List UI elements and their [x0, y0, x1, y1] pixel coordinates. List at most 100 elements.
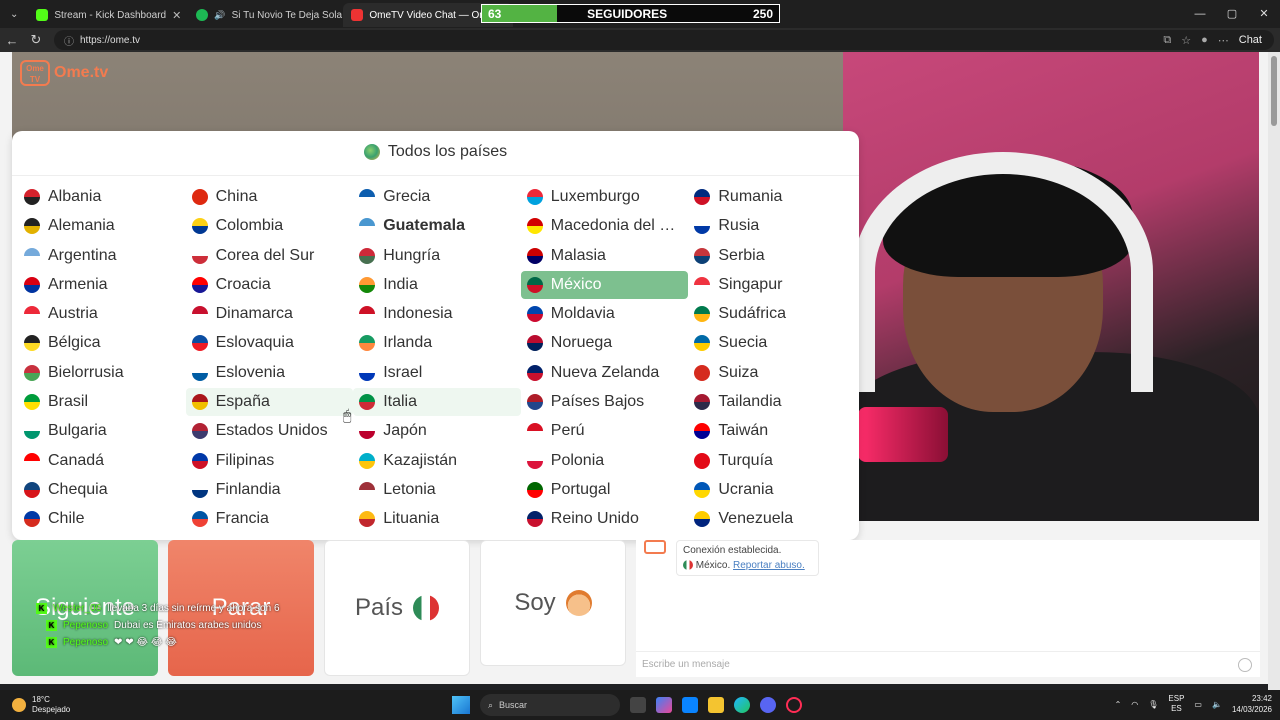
- country-option[interactable]: Colombia: [186, 212, 354, 240]
- modal-title[interactable]: Todos los países: [12, 143, 859, 161]
- extensions-icon[interactable]: ⧉: [1163, 34, 1171, 47]
- country-option[interactable]: Hungría: [353, 242, 521, 270]
- country-option[interactable]: Canadá: [18, 447, 186, 475]
- country-option[interactable]: Armenia: [18, 271, 186, 299]
- country-option[interactable]: Alemania: [18, 212, 186, 240]
- close-window-icon[interactable]: ✕: [1248, 0, 1280, 28]
- country-option[interactable]: Nueva Zelanda: [521, 359, 689, 387]
- country-option[interactable]: Suecia: [688, 329, 856, 357]
- country-option[interactable]: Taiwán: [688, 417, 856, 445]
- file-explorer-icon[interactable]: [708, 697, 724, 713]
- country-option[interactable]: Dinamarca: [186, 300, 354, 328]
- close-icon[interactable]: ✕: [172, 9, 181, 22]
- gender-button[interactable]: Soy: [480, 540, 626, 666]
- country-option[interactable]: Irlanda: [353, 329, 521, 357]
- country-option[interactable]: Países Bajos: [521, 388, 689, 416]
- country-option[interactable]: Sudáfrica: [688, 300, 856, 328]
- report-abuse-link[interactable]: Reportar abuso.: [733, 560, 805, 571]
- store-icon[interactable]: [682, 697, 698, 713]
- emoji-icon[interactable]: [1238, 657, 1252, 672]
- country-option[interactable]: Austria: [18, 300, 186, 328]
- country-option[interactable]: Croacia: [186, 271, 354, 299]
- country-option[interactable]: Suiza: [688, 359, 856, 387]
- url-field[interactable]: ⓘ https://ome.tv ⧉ ☆ ● ⋯ Chat: [54, 30, 1274, 50]
- country-option[interactable]: Grecia: [353, 183, 521, 211]
- edge-icon[interactable]: [734, 697, 750, 713]
- weather-widget[interactable]: 18°C Despejado: [12, 695, 70, 715]
- tab-kick-dashboard[interactable]: Stream - Kick Dashboard ✕: [28, 3, 188, 27]
- back-icon[interactable]: ←: [0, 33, 24, 48]
- country-option[interactable]: Macedonia del …: [521, 212, 689, 240]
- taskbar-search[interactable]: ⌕ Buscar: [480, 694, 620, 716]
- country-option[interactable]: Venezuela: [688, 505, 856, 533]
- speaker-icon[interactable]: 🔊: [214, 10, 225, 21]
- scrollbar-thumb[interactable]: [1271, 56, 1277, 126]
- country-option[interactable]: Japón: [353, 417, 521, 445]
- country-option[interactable]: Albania: [18, 183, 186, 211]
- country-option[interactable]: Chequia: [18, 476, 186, 504]
- country-option[interactable]: Kazajistán: [353, 447, 521, 475]
- tray-chevron-icon[interactable]: ⌃: [1115, 700, 1122, 709]
- country-option[interactable]: Bélgica: [18, 329, 186, 357]
- volume-icon[interactable]: 🔈: [1212, 700, 1222, 709]
- message-input[interactable]: Escribe un mensaje: [636, 651, 1260, 677]
- country-option[interactable]: Moldavia: [521, 300, 689, 328]
- country-option[interactable]: Bielorrusia: [18, 359, 186, 387]
- country-option[interactable]: Rusia: [688, 212, 856, 240]
- country-option[interactable]: Italia: [353, 388, 521, 417]
- country-option[interactable]: México: [520, 270, 689, 299]
- more-icon[interactable]: ⋯: [1218, 34, 1229, 47]
- country-option[interactable]: Turquía: [688, 447, 856, 475]
- country-option[interactable]: Chile: [18, 505, 186, 533]
- network-icon[interactable]: ▭: [1194, 700, 1202, 709]
- copilot-icon[interactable]: [656, 697, 672, 713]
- country-option[interactable]: Brasil: [18, 388, 186, 416]
- country-option[interactable]: Israel: [353, 359, 521, 387]
- country-option[interactable]: Bulgaria: [18, 417, 186, 445]
- country-option[interactable]: Guatemala: [353, 212, 521, 240]
- discord-icon[interactable]: [760, 697, 776, 713]
- country-option[interactable]: Letonia: [353, 476, 521, 504]
- tab-actions-icon[interactable]: ⌄: [0, 9, 28, 20]
- clock[interactable]: 23:42 14/03/2026: [1232, 693, 1272, 715]
- country-option[interactable]: Eslovaquia: [186, 329, 354, 357]
- mic-icon[interactable]: 🎙: [1148, 700, 1158, 709]
- opera-gx-icon[interactable]: [786, 697, 802, 713]
- site-info-icon[interactable]: ⓘ: [64, 33, 74, 48]
- country-option[interactable]: Reino Unido: [521, 505, 689, 533]
- country-option[interactable]: Ucrania: [688, 476, 856, 504]
- country-option[interactable]: Tailandia: [688, 388, 856, 416]
- country-option[interactable]: Noruega: [521, 329, 689, 357]
- country-option[interactable]: Perú: [521, 417, 689, 445]
- country-option[interactable]: Finlandia: [186, 476, 354, 504]
- country-option[interactable]: Lituania: [353, 505, 521, 533]
- task-view-icon[interactable]: [630, 697, 646, 713]
- ometv-logo[interactable]: Ome TV Ome.tv: [20, 60, 108, 86]
- country-option[interactable]: Estados Unidos: [186, 417, 354, 445]
- minimize-icon[interactable]: —: [1184, 0, 1216, 28]
- wifi-icon[interactable]: ◠: [1131, 700, 1138, 709]
- country-option[interactable]: España: [185, 388, 354, 417]
- country-option[interactable]: Singapur: [688, 271, 856, 299]
- country-option[interactable]: Filipinas: [186, 447, 354, 475]
- country-option[interactable]: Eslovenia: [186, 359, 354, 387]
- country-option[interactable]: Indonesia: [353, 300, 521, 328]
- country-option[interactable]: Francia: [186, 505, 354, 533]
- profile-icon[interactable]: ●: [1201, 34, 1208, 47]
- country-option[interactable]: Luxemburgo: [521, 183, 689, 211]
- tab-spotify[interactable]: 🔊 Si Tu Novio Te Deja Sola • J B… ✕: [188, 3, 343, 27]
- country-option[interactable]: Argentina: [18, 242, 186, 270]
- country-option[interactable]: Portugal: [521, 476, 689, 504]
- country-option[interactable]: Polonia: [521, 447, 689, 475]
- country-option[interactable]: Serbia: [688, 242, 856, 270]
- maximize-icon[interactable]: ▢: [1216, 0, 1248, 28]
- reload-icon[interactable]: ↻: [24, 32, 48, 48]
- country-option[interactable]: Malasia: [521, 242, 689, 270]
- country-option[interactable]: China: [186, 183, 354, 211]
- country-option[interactable]: Rumania: [688, 183, 856, 211]
- copilot-chat-button[interactable]: Chat: [1239, 34, 1262, 47]
- windows-start-icon[interactable]: [452, 696, 470, 714]
- country-option[interactable]: India: [353, 271, 521, 299]
- page-scrollbar[interactable]: [1268, 52, 1280, 690]
- country-button[interactable]: País: [324, 540, 470, 676]
